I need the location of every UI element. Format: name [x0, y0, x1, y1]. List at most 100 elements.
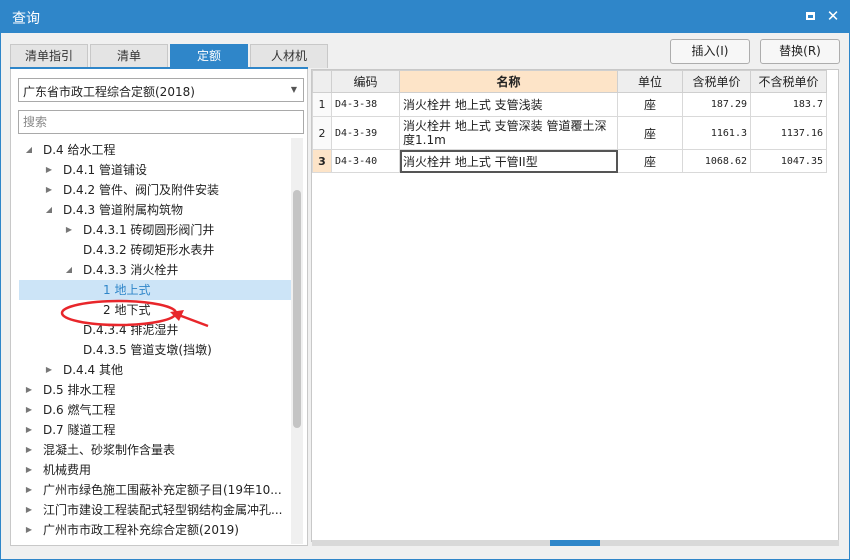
grid-hscrollbar[interactable]: [312, 540, 839, 546]
library-select-value: 广东省市政工程综合定额(2018): [23, 85, 195, 99]
tree-item-d4-4[interactable]: ▶ D.4.4 其他: [19, 360, 291, 380]
tree-item-label: 广州市市政工程补充综合定额(2019): [43, 523, 239, 537]
tree-item-label: 机械费用: [43, 463, 92, 477]
maximize-icon[interactable]: [802, 8, 818, 24]
tree-item-label: D.4.3.2 砖砌矩形水表井: [83, 243, 215, 257]
collapsed-arrow-icon[interactable]: ▶: [63, 220, 75, 240]
expanded-arrow-icon[interactable]: ◢: [63, 260, 75, 280]
tree-item-label: D.4.2 管件、阀门及附件安装: [63, 183, 219, 197]
col-header-name[interactable]: 名称: [399, 70, 618, 93]
row-index: 3: [312, 149, 332, 173]
quota-unit[interactable]: 座: [617, 116, 683, 150]
expanded-arrow-icon[interactable]: ◢: [23, 140, 35, 160]
tree-scrollbar[interactable]: [291, 138, 303, 544]
collapsed-arrow-icon[interactable]: ▶: [23, 440, 35, 460]
tree-item-d4[interactable]: ◢ D.4 给水工程: [19, 140, 291, 160]
tree-item-gz-municipal[interactable]: ▶ 广州市市政工程补充综合定额(2019): [19, 520, 291, 540]
tree-item-d4-3-3[interactable]: ◢ D.4.3.3 消火栓井: [19, 260, 291, 280]
row-index: 2: [312, 116, 332, 150]
tree-item-label: D.4.3.5 管道支墩(挡墩): [83, 343, 212, 357]
quota-name[interactable]: 消火栓井 地上式 支管深装 管道覆土深度1.1m: [399, 116, 618, 150]
tree-item-concrete-mortar[interactable]: ▶ 混凝土、砂浆制作含量表: [19, 440, 291, 460]
search-input[interactable]: [19, 111, 303, 133]
grid-hscrollbar-thumb[interactable]: [550, 540, 600, 546]
collapsed-arrow-icon[interactable]: ▶: [43, 160, 55, 180]
annotation-highlight: [60, 299, 209, 328]
insert-button[interactable]: 插入(I): [670, 39, 750, 64]
price-without-tax[interactable]: 1047.35: [750, 149, 827, 173]
library-select[interactable]: 广东省市政工程综合定额(2018) ▼: [18, 78, 304, 102]
quota-name[interactable]: 消火栓井 地上式 支管浅装: [399, 92, 618, 117]
price-without-tax[interactable]: 183.7: [750, 92, 827, 117]
collapsed-arrow-icon[interactable]: ▶: [23, 380, 35, 400]
table-row[interactable]: 2 D4-3-39 消火栓井 地上式 支管深装 管道覆土深度1.1m 座 116…: [312, 116, 827, 150]
collapsed-arrow-icon[interactable]: ▶: [23, 400, 35, 420]
collapsed-arrow-icon[interactable]: ▶: [23, 420, 35, 440]
search-field[interactable]: [18, 110, 304, 134]
tree-item-label: D.7 隧道工程: [43, 423, 116, 437]
chevron-down-icon[interactable]: ▼: [291, 85, 297, 94]
tree-item-label: D.4 给水工程: [43, 143, 116, 157]
tree-item-label: D.4.3.3 消火栓井: [83, 263, 179, 277]
tree-item-d4-2[interactable]: ▶ D.4.2 管件、阀门及附件安装: [19, 180, 291, 200]
tree-item-d4-1[interactable]: ▶ D.4.1 管道铺设: [19, 160, 291, 180]
tab-quota[interactable]: 定额: [170, 44, 248, 68]
tree-item-label: 广州市绿色施工围蔽补充定额子目(19年10...: [43, 483, 282, 497]
price-with-tax[interactable]: 1161.3: [682, 116, 751, 150]
quota-unit[interactable]: 座: [617, 92, 683, 117]
tree-item-gz-green[interactable]: ▶ 广州市绿色施工围蔽补充定额子目(19年10...: [19, 480, 291, 500]
tree-item-d5[interactable]: ▶ D.5 排水工程: [19, 380, 291, 400]
tree-item-label: D.6 燃气工程: [43, 403, 116, 417]
quota-code[interactable]: D4-3-39: [331, 116, 400, 150]
price-without-tax[interactable]: 1137.16: [750, 116, 827, 150]
collapsed-arrow-icon[interactable]: ▶: [23, 500, 35, 520]
price-with-tax[interactable]: 187.29: [682, 92, 751, 117]
tree-item-label: 1 地上式: [103, 283, 151, 297]
collapsed-arrow-icon[interactable]: ▶: [43, 360, 55, 380]
annotation-ellipse: [60, 299, 178, 327]
quota-name[interactable]: 消火栓井 地上式 干管II型: [399, 149, 618, 173]
tab-materials[interactable]: 人材机: [250, 44, 328, 68]
table-row[interactable]: 1 D4-3-38 消火栓井 地上式 支管浅装 座 187.29 183.7: [312, 92, 827, 117]
price-with-tax[interactable]: 1068.62: [682, 149, 751, 173]
tree-item-label: D.5 排水工程: [43, 383, 116, 397]
tree-item-jm-steel[interactable]: ▶ 江门市建设工程装配式轻型钢结构金属冲孔...: [19, 500, 291, 520]
col-header-unit[interactable]: 单位: [617, 70, 683, 93]
quota-code[interactable]: D4-3-40: [331, 149, 400, 173]
quota-table: 编码 名称 单位 含税单价 不含税单价 1 D4-3-38 消火栓井 地上式 支…: [312, 70, 827, 173]
tree-item-label: D.4.4 其他: [63, 363, 123, 377]
tree-scrollbar-thumb[interactable]: [293, 190, 301, 428]
tree-item-label: D.4.3 管道附属构筑物: [63, 203, 183, 217]
tree-item-d4-3-5[interactable]: D.4.3.5 管道支墩(挡墩): [19, 340, 291, 360]
tree-item-d6[interactable]: ▶ D.6 燃气工程: [19, 400, 291, 420]
tree-item-machinery[interactable]: ▶ 机械费用: [19, 460, 291, 480]
tree-item-label: D.4.3.1 砖砌圆形阀门井: [83, 223, 215, 237]
collapsed-arrow-icon[interactable]: ▶: [23, 460, 35, 480]
window-title: 查询: [12, 11, 40, 27]
col-header-index: [312, 70, 332, 93]
replace-button[interactable]: 替换(R): [760, 39, 840, 64]
quota-code[interactable]: D4-3-38: [331, 92, 400, 117]
col-header-price-notax[interactable]: 不含税单价: [750, 70, 827, 93]
table-row[interactable]: 3 D4-3-40 消火栓井 地上式 干管II型 座 1068.62 1047.…: [312, 149, 827, 173]
tree-item-label: 混凝土、砂浆制作含量表: [43, 443, 176, 457]
collapsed-arrow-icon[interactable]: ▶: [43, 180, 55, 200]
tree-item-d4-3[interactable]: ◢ D.4.3 管道附属构筑物: [19, 200, 291, 220]
tree-item-d4-3-1[interactable]: ▶ D.4.3.1 砖砌圆形阀门井: [19, 220, 291, 240]
tree-item-label: D.4.1 管道铺设: [63, 163, 147, 177]
title-bar: 查询 ✕: [0, 0, 850, 33]
tab-list[interactable]: 清单: [90, 44, 168, 68]
tree-item-d7[interactable]: ▶ D.7 隧道工程: [19, 420, 291, 440]
collapsed-arrow-icon[interactable]: ▶: [23, 520, 35, 540]
expanded-arrow-icon[interactable]: ◢: [43, 200, 55, 220]
close-icon[interactable]: ✕: [825, 8, 841, 24]
quota-unit[interactable]: 座: [617, 149, 683, 173]
quota-grid: 编码 名称 单位 含税单价 不含税单价 1 D4-3-38 消火栓井 地上式 支…: [311, 69, 839, 542]
tree-item-label: 江门市建设工程装配式轻型钢结构金属冲孔...: [43, 503, 283, 517]
col-header-code[interactable]: 编码: [331, 70, 400, 93]
collapsed-arrow-icon[interactable]: ▶: [23, 480, 35, 500]
tree-item-d4-3-2[interactable]: D.4.3.2 砖砌矩形水表井: [19, 240, 291, 260]
tab-list-guide[interactable]: 清单指引: [10, 44, 88, 68]
col-header-price-tax[interactable]: 含税单价: [682, 70, 751, 93]
table-header-row: 编码 名称 单位 含税单价 不含税单价: [312, 70, 827, 93]
